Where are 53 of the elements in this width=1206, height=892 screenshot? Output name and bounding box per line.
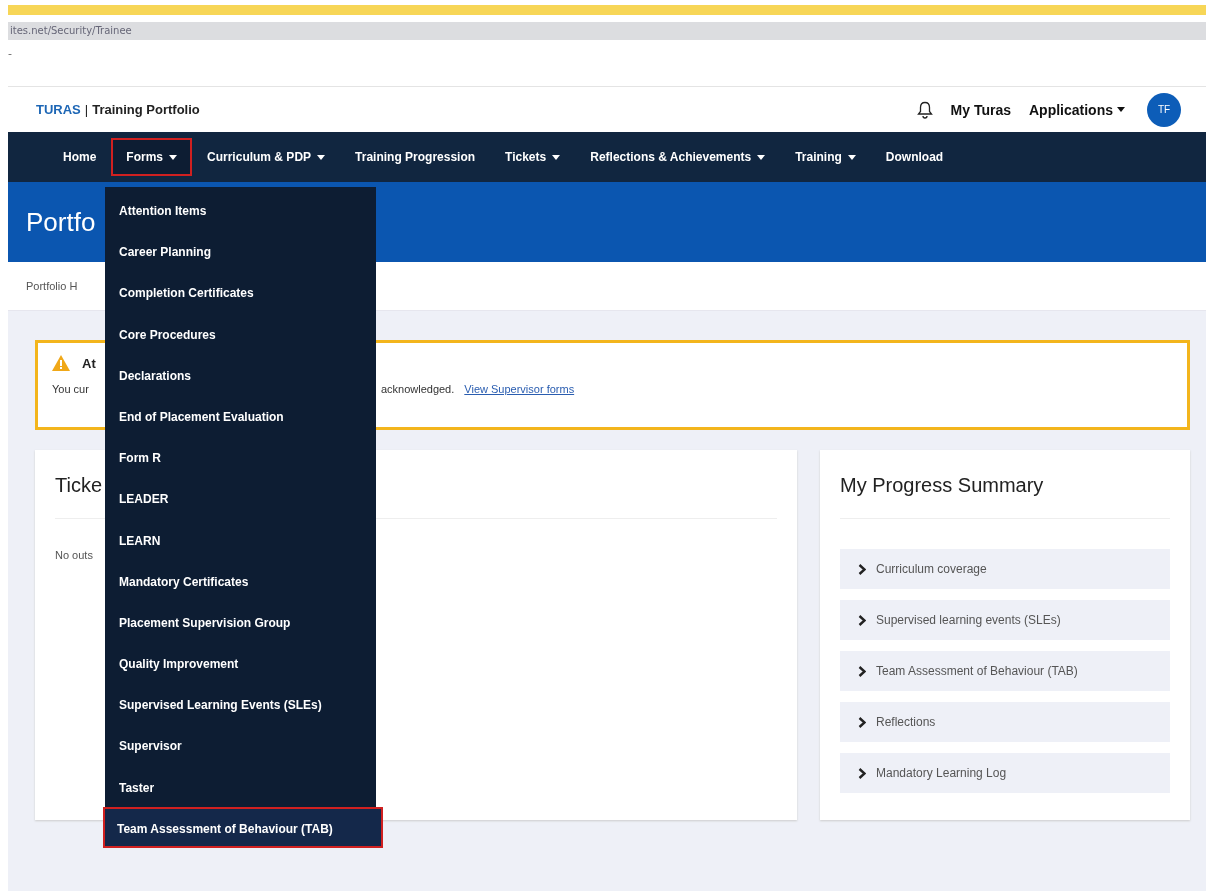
menu-item[interactable]: Quality Improvement xyxy=(105,642,376,684)
chevron-icon xyxy=(858,665,866,677)
brand-logo[interactable]: TURAS xyxy=(36,102,81,117)
menu-item[interactable]: Form R xyxy=(105,436,376,478)
empty-message: No outs xyxy=(55,549,94,561)
nav-item[interactable]: Forms xyxy=(111,138,193,176)
chevron-icon xyxy=(858,563,866,575)
accordion-item[interactable]: Curriculum coverage xyxy=(840,549,1170,589)
menu-item[interactable]: Supervisor xyxy=(105,724,376,766)
accordion-item[interactable]: Mandatory Learning Log xyxy=(840,753,1170,793)
breadcrumb-link[interactable]: Portfolio H xyxy=(26,280,78,292)
menu-item[interactable]: Completion Certificates xyxy=(105,271,376,313)
menu-item[interactable]: Declarations xyxy=(105,353,376,395)
warning-icon xyxy=(52,355,70,371)
supervisor-forms-link[interactable]: View Supervisor forms xyxy=(464,383,575,395)
alert-text: You cur xyxy=(52,383,89,395)
nav-item[interactable]: Reflections & Achievements xyxy=(575,138,781,176)
menu-item[interactable]: LEADER xyxy=(105,477,376,519)
nav-item[interactable]: Training Progression xyxy=(340,138,491,176)
brand-divider: | xyxy=(84,102,89,117)
alert-text: acknowledged. xyxy=(380,383,455,395)
bell-icon[interactable] xyxy=(916,100,933,119)
menu-item[interactable]: Career Planning xyxy=(105,230,376,272)
nav-item[interactable]: Tickets xyxy=(490,138,576,176)
menu-item[interactable]: Taster xyxy=(105,765,376,807)
nav-item[interactable]: Download xyxy=(870,138,959,176)
menu-item[interactable]: LEARN xyxy=(105,518,376,560)
header-link[interactable]: Applications xyxy=(1029,101,1125,118)
header-link[interactable]: My Turas xyxy=(950,101,1011,118)
menu-item[interactable]: Team Assessment of Behaviour (TAB) xyxy=(103,806,383,848)
product-title: Training Portfolio xyxy=(92,102,200,117)
menu-item[interactable]: Core Procedures xyxy=(105,312,376,354)
page-title: Portfo xyxy=(26,206,96,238)
chevron-icon xyxy=(858,716,866,728)
accordion-item[interactable]: Team Assessment of Behaviour (TAB) xyxy=(840,651,1170,691)
tab-mark: - xyxy=(8,47,12,60)
accordion-item[interactable]: Reflections xyxy=(840,702,1170,742)
address-bar[interactable]: ites.net/Security/Trainee xyxy=(8,22,1206,40)
alert-title: At xyxy=(82,355,96,371)
menu-item[interactable]: Mandatory Certificates xyxy=(105,559,376,601)
nav-item[interactable]: Curriculum & PDP xyxy=(192,138,341,176)
card-title: Ticke xyxy=(55,474,103,498)
menu-item[interactable]: Placement Supervision Group xyxy=(105,600,376,643)
card-title: My Progress Summary xyxy=(840,474,1044,498)
nav-item[interactable]: Training xyxy=(780,138,871,176)
chevron-icon xyxy=(858,767,866,779)
menu-item[interactable]: End of Placement Evaluation xyxy=(105,394,376,437)
nav-item[interactable]: Home xyxy=(48,138,112,176)
menu-item[interactable]: Supervised Learning Events (SLEs) xyxy=(105,683,376,725)
chevron-icon xyxy=(858,614,866,626)
user-avatar[interactable]: TF xyxy=(1147,92,1181,127)
accordion-item[interactable]: Supervised learning events (SLEs) xyxy=(840,600,1170,640)
menu-item[interactable]: Attention Items xyxy=(105,189,376,231)
